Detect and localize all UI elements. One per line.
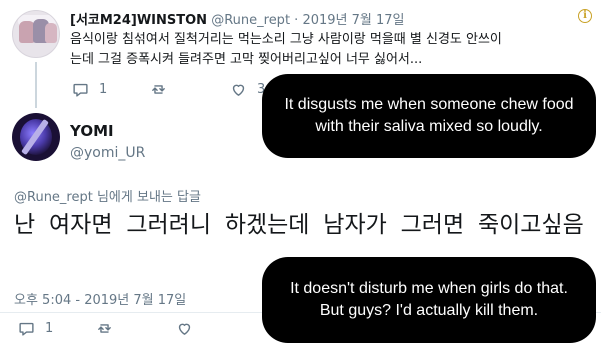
translation-caption: It disgusts me when someone chew food wi… — [262, 74, 596, 158]
avatar-art — [45, 23, 57, 43]
parent-like-button[interactable]: 3 — [230, 81, 265, 98]
heart-icon — [232, 84, 245, 96]
parent-tweet-text: 음식이랑 침섞여서 질척거리는 먹는소리 그냥 사람이랑 먹을때 별 신경도 안… — [70, 30, 502, 70]
main-display-name[interactable]: YOMI — [70, 122, 114, 140]
retweet-icon — [98, 324, 111, 333]
reply-count: 1 — [99, 82, 108, 97]
parent-avatar[interactable] — [12, 10, 60, 58]
main-timestamp[interactable]: 오후 5:04 - 2019년 7월 17일 — [14, 289, 186, 308]
reply-to-label: 님에게 보내는 답글 — [92, 190, 201, 205]
thread-line — [35, 62, 37, 108]
parent-reply-button[interactable]: 1 — [72, 81, 107, 98]
main-handle[interactable]: @yomi_UR — [70, 145, 145, 161]
reply-icon — [19, 322, 34, 336]
heart-icon — [178, 323, 191, 335]
main-avatar[interactable] — [12, 113, 60, 161]
info-icon[interactable]: i — [578, 9, 592, 23]
parent-date[interactable]: · 2019년 7월 17일 — [290, 13, 404, 28]
retweet-icon — [152, 85, 165, 94]
reply-to-handle[interactable]: @Rune_rept — [14, 190, 93, 205]
parent-retweet-button[interactable] — [150, 81, 167, 98]
reply-count: 1 — [45, 321, 54, 336]
parent-tweet-header: [서코M24]WINSTON @Rune_rept · 2019년 7월 17일 — [70, 9, 405, 28]
main-like-button[interactable] — [176, 320, 193, 337]
parent-display-name[interactable]: [서코M24]WINSTON — [70, 13, 207, 28]
translation-caption: It doesn't disturb me when girls do that… — [262, 257, 596, 343]
main-tweet-text: 난 여자면 그러려니 하겠는데 남자가 그러면 죽이고싶음 — [14, 212, 584, 238]
parent-text-line: 음식이랑 침섞여서 질척거리는 먹는소리 그냥 사람이랑 먹을때 별 신경도 안… — [70, 32, 502, 47]
main-retweet-button[interactable] — [96, 320, 113, 337]
reply-icon — [73, 83, 88, 97]
parent-text-line: 는데 그걸 증폭시켜 들려주면 고막 찢어버리고싶어 너무 싫어서... — [70, 52, 423, 67]
parent-handle[interactable]: @Rune_rept — [211, 13, 290, 28]
main-reply-button[interactable]: 1 — [18, 320, 53, 337]
replying-to: @Rune_rept 님에게 보내는 답글 — [14, 186, 201, 205]
